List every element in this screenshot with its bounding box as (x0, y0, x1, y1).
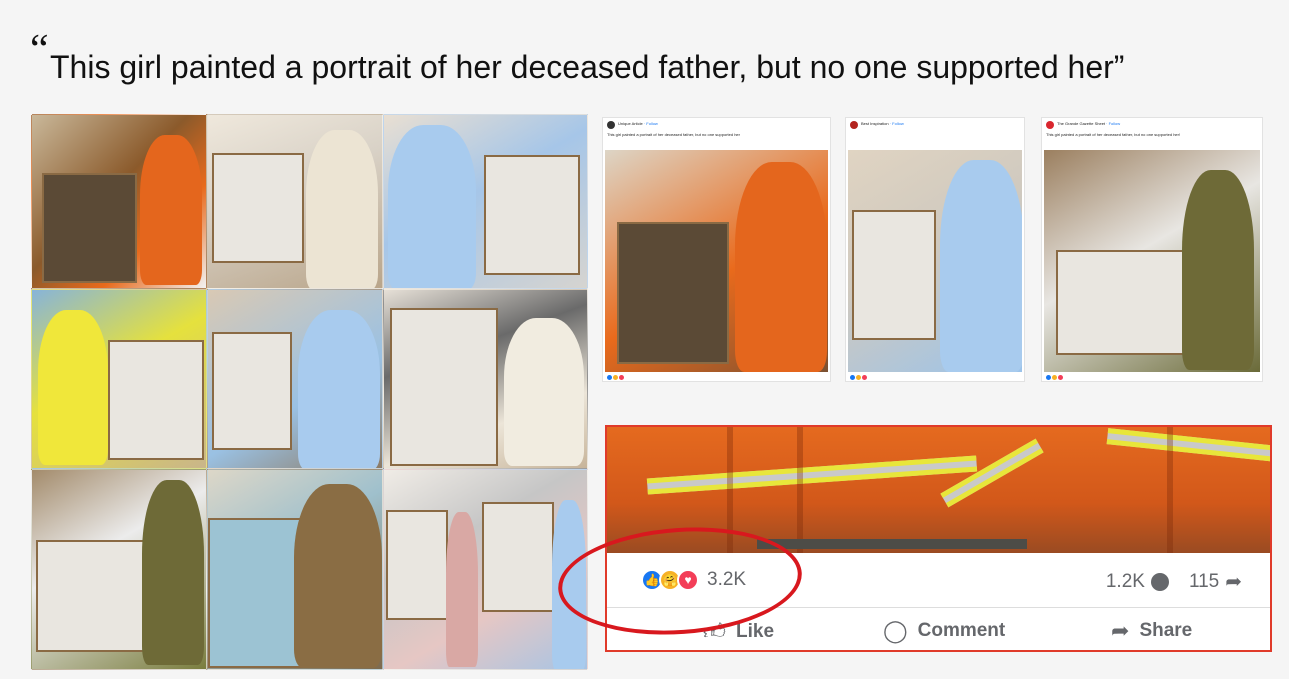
headline: “ This girl painted a portrait of her de… (30, 27, 1270, 90)
post-author[interactable]: The Grande Gazette Sheet · Follow (1057, 121, 1120, 126)
post-image[interactable] (605, 150, 828, 372)
headline-text: This girl painted a portrait of her dece… (50, 49, 1125, 85)
comment-bubble-icon (1150, 572, 1169, 591)
post-header: The Grande Gazette Sheet · Follow (1042, 118, 1262, 130)
post-author-name[interactable]: Best Inspiration (861, 121, 889, 126)
share-label: Share (1139, 620, 1193, 641)
post-caption (846, 130, 1024, 150)
post-author[interactable]: Unique Article · Follow (618, 121, 658, 126)
share-button[interactable]: ➦ Share (1111, 618, 1192, 644)
post-footer (1042, 372, 1262, 382)
mini-reactions (1046, 374, 1063, 380)
collage-tile-blue-hoodie-sketch-2 (207, 289, 383, 469)
care-reaction-icon (613, 374, 618, 380)
post-image[interactable] (848, 150, 1022, 372)
like-reaction-icon (1046, 374, 1051, 380)
page-avatar (1046, 121, 1054, 129)
like-reaction-icon (850, 374, 855, 380)
follow-link[interactable]: · Follow (1106, 121, 1120, 126)
share-icon: ➦ (1111, 618, 1130, 643)
mini-reactions (850, 374, 867, 380)
post-author-name[interactable]: The Grande Gazette Sheet (1057, 121, 1105, 126)
post-image[interactable] (1044, 150, 1260, 372)
collage-tile-yellow-shirt-sketch (31, 289, 207, 469)
care-reaction-icon (856, 374, 861, 380)
love-reaction-icon (862, 374, 867, 380)
collage-tile-two-sketches (383, 469, 588, 670)
post-header: Unique Article · Follow (603, 118, 830, 130)
comment-label: Comment (917, 620, 1006, 641)
comment-count[interactable]: 1.2K (1106, 571, 1145, 593)
collage-tile-sketch-soldier-cats (207, 114, 383, 289)
post-footer (846, 372, 1024, 382)
collage-tile-firefighter-sketch (31, 469, 207, 670)
like-label: Like (736, 620, 775, 642)
comment-icon: ◯ (883, 618, 908, 643)
page-avatar (607, 121, 615, 129)
facebook-post-1[interactable]: Unique Article · Follow This girl painte… (602, 117, 831, 382)
post-footer (603, 372, 830, 382)
brush-tray (757, 539, 1027, 549)
collage-tile-sketch-man-cats (383, 289, 588, 469)
comment-button[interactable]: ◯ Comment (883, 618, 1005, 644)
follow-link[interactable]: · Follow (890, 121, 904, 126)
share-arrow-icon: ➦ (1225, 571, 1242, 593)
love-reaction-icon (1058, 374, 1063, 380)
follow-link[interactable]: · Follow (644, 121, 658, 126)
image-collage (31, 114, 588, 670)
post-header: Best Inspiration · Follow (846, 118, 1024, 130)
collage-tile-blue-hoodie-sketch (383, 114, 588, 289)
post-caption: This girl painted a portrait of her dece… (1046, 132, 1181, 137)
mini-reactions (607, 374, 624, 380)
collage-tile-firefighter-portrait (31, 114, 207, 289)
post-author[interactable]: Best Inspiration · Follow (861, 121, 904, 126)
page-avatar (850, 121, 858, 129)
post-author-name[interactable]: Unique Article (618, 121, 643, 126)
love-reaction-icon (619, 374, 624, 380)
like-reaction-icon (607, 374, 612, 380)
open-quote-mark: “ (30, 27, 49, 73)
collage-tile-grandfather-portrait (207, 469, 383, 670)
share-count[interactable]: 115 (1189, 571, 1219, 593)
care-reaction-icon (1052, 374, 1057, 380)
facebook-post-2[interactable]: Best Inspiration · Follow (845, 117, 1025, 382)
facebook-post-3[interactable]: The Grande Gazette Sheet · Follow This g… (1041, 117, 1263, 382)
post-caption: This girl painted a portrait of her dece… (607, 132, 740, 137)
comments-shares-summary: 1.2K 115 ➦ (1106, 569, 1242, 594)
